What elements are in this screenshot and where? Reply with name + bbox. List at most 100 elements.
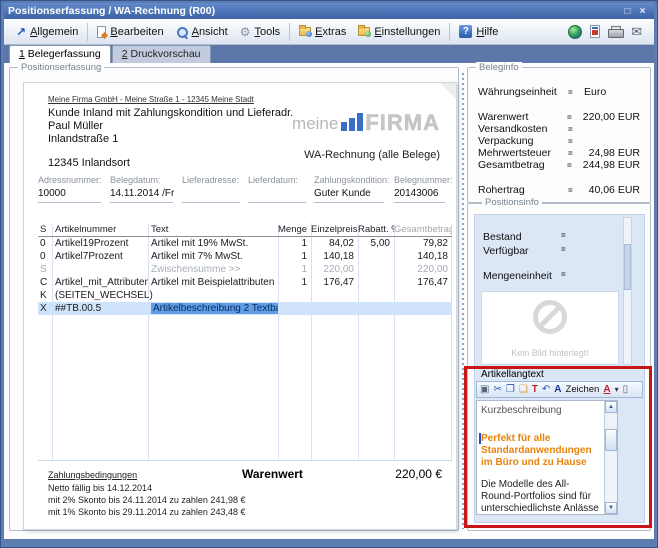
document-export-icon[interactable] <box>590 25 600 38</box>
field-label: Zahlungskondition: <box>314 175 394 185</box>
menu-item-bearbeiten[interactable]: Bearbeiten <box>91 23 169 41</box>
col-header-einzelpreis[interactable]: Einzelpreis <box>311 224 358 235</box>
tab-druckvorschau[interactable]: 2 Druckvorschau <box>112 45 211 63</box>
restore-icon[interactable]: □ <box>620 5 635 18</box>
col-header-s[interactable]: S <box>38 224 52 235</box>
col-header-rabatt[interactable]: Rabatt. % <box>358 224 394 235</box>
scroll-down-icon[interactable]: ▼ <box>605 502 617 514</box>
menu-item-einstellungen[interactable]: Einstellungen <box>352 23 446 41</box>
payment-line: mit 2% Skonto bis 24.11.2014 zu zahlen 2… <box>48 494 245 506</box>
beleginfo-row: Verpackung = <box>468 135 650 147</box>
email-icon[interactable]: ✉ <box>631 26 642 38</box>
sender-line: Meine Firma GmbH - Meine Straße 1 - 1234… <box>48 95 254 104</box>
field-value[interactable]: 14.11.2014 /Fr <box>110 188 182 201</box>
menu-label: Extras <box>315 26 346 38</box>
field-zahlungskondition[interactable]: Zahlungskondition: Guter Kunde <box>314 175 394 203</box>
langtext-intro: Kurzbeschreibung <box>481 405 601 417</box>
table-row[interactable]: 0 Artikel7Prozent Artikel mit 7% MwSt. 1… <box>38 250 452 263</box>
field-value[interactable]: 20143006 <box>394 188 452 201</box>
equals-icon: = <box>568 186 584 195</box>
font-color-icon[interactable]: A <box>603 384 610 395</box>
field-adressnummer[interactable]: Adressnummer: 10000 <box>38 175 110 203</box>
folder-extras-icon <box>299 27 311 36</box>
close-icon[interactable]: × <box>635 5 650 18</box>
invoice-document[interactable]: Meine Firma GmbH - Meine Straße 1 - 1234… <box>23 82 457 530</box>
tab-band: 1 Belegerfassung 2 Druckvorschau <box>4 45 654 63</box>
col-header-artikelnummer[interactable]: Artikelnummer <box>52 224 148 235</box>
article-image-placeholder: Kein Bild hinterlegt! <box>481 291 619 365</box>
logo-text-firma: FIRMA <box>365 113 440 132</box>
scroll-up-icon[interactable]: ▲ <box>605 401 617 413</box>
document-type-title: WA-Rechnung (alle Belege) <box>304 149 440 161</box>
paste-text-icon[interactable]: T <box>532 384 538 395</box>
edit-page-icon <box>97 26 106 38</box>
group-label-beleginfo: Beleginfo <box>476 62 522 73</box>
field-label: Belegdatum: <box>110 175 182 185</box>
payment-line: mit 1% Skonto bis 29.11.2014 zu zahlen 2… <box>48 506 245 518</box>
menu-item-allgemein[interactable]: ↗ Allgemein <box>10 23 84 41</box>
field-lieferdatum[interactable]: Lieferdatum: <box>248 175 314 203</box>
total-value: 220,00 € <box>395 467 442 481</box>
equals-icon: = <box>568 125 584 134</box>
field-belegnummer[interactable]: Belegnummer: 20143006 <box>394 175 452 203</box>
table-row[interactable]: C Artikel_mit_Attributen Artikel mit Bei… <box>38 276 452 289</box>
equals-icon: = <box>561 270 566 282</box>
no-image-text: Kein Bild hinterlegt! <box>482 348 618 358</box>
positionsinfo-row: Verfügbar = <box>483 245 636 257</box>
field-label: Lieferadresse: <box>182 175 248 185</box>
title-bar: Positionserfassung / WA-Rechnung (R00) □… <box>4 3 654 19</box>
clipped-toolbar-icon[interactable]: ▯ <box>623 384 629 395</box>
address-block: Kunde Inland mit Zahlungskondition und L… <box>48 107 293 170</box>
tab-belegerfassung[interactable]: 1 Belegerfassung <box>9 45 111 63</box>
tab-number: 1 <box>19 48 25 60</box>
selected-text[interactable]: Artikelbeschreibung 2 Textbaustein <box>151 303 278 314</box>
zeichen-button[interactable]: Zeichen <box>566 384 600 395</box>
scrollbar-thumb[interactable] <box>605 429 617 451</box>
positionsinfo-groupbox: Bestand = Verfügbar = Mengeneinheit = Ke… <box>467 203 651 531</box>
tab-number: 2 <box>122 48 128 60</box>
font-icon[interactable]: A <box>554 384 561 395</box>
editor-scrollbar[interactable]: ▲ ▼ <box>604 401 617 514</box>
tab-label: Druckvorschau <box>131 48 201 60</box>
field-belegdatum[interactable]: Belegdatum: 14.11.2014 /Fr <box>110 175 182 203</box>
cut-icon[interactable]: ✂ <box>493 384 501 395</box>
field-value[interactable] <box>248 188 314 201</box>
content-area: Positionserfassung Meine Firma GmbH - Me… <box>4 63 654 539</box>
col-header-gesamtbetrag[interactable]: Gesamtbetrag <box>394 224 452 235</box>
print-icon[interactable] <box>608 26 623 37</box>
col-header-menge[interactable]: Menge <box>278 224 311 235</box>
undo-icon[interactable]: ↶ <box>542 384 550 395</box>
scrollbar-thumb[interactable] <box>624 244 631 290</box>
field-value[interactable]: 10000 <box>38 188 110 201</box>
langtext-headline: Perfekt für alle Standardanwendungen im … <box>481 433 601 469</box>
maximize-editor-icon[interactable]: ▣ <box>480 384 489 395</box>
copy-icon[interactable]: ❐ <box>506 384 515 395</box>
menu-item-tools[interactable]: ⚙ Tools <box>234 23 286 41</box>
menu-separator <box>289 23 290 41</box>
field-value[interactable] <box>182 188 248 201</box>
beleginfo-groupbox: Währungseinheit = Euro Warenwert = 220,0… <box>467 67 651 203</box>
field-value[interactable]: Guter Kunde <box>314 188 394 201</box>
langtext-editor[interactable]: Kurzbeschreibung Perfekt für alle Standa… <box>476 400 618 515</box>
field-lieferadresse[interactable]: Lieferadresse: <box>182 175 248 203</box>
positionsinfo-row: Bestand = <box>483 231 636 243</box>
paste-icon[interactable]: ❏ <box>519 384 528 395</box>
table-row[interactable]: 0 Artikel19Prozent Artikel mit 19% MwSt.… <box>38 237 452 250</box>
equals-icon: = <box>567 161 583 170</box>
chevron-down-icon[interactable]: ▾ <box>615 384 619 395</box>
menu-item-extras[interactable]: Extras <box>293 23 352 41</box>
table-row-selected[interactable]: X ##TB.00.5 Artikelbeschreibung 2 Textba… <box>38 302 452 315</box>
col-header-text[interactable]: Text <box>148 224 278 235</box>
table-row-pagebreak[interactable]: K (SEITEN_WECHSEL) <box>38 289 452 302</box>
globe-icon[interactable] <box>568 25 582 39</box>
document-total: Warenwert 220,00 € <box>242 467 442 481</box>
table-row-subtotal[interactable]: S Zwischensumme >> 1 220,00 220,00 <box>38 263 452 276</box>
bar-chart-logo-icon <box>341 113 363 131</box>
panel-splitter[interactable] <box>461 73 464 529</box>
menu-item-ansicht[interactable]: Ansicht <box>170 23 234 41</box>
panel-scrollbar[interactable] <box>623 217 632 365</box>
equals-icon: = <box>567 113 583 122</box>
menu-item-hilfe[interactable]: ? Hilfe <box>453 22 504 41</box>
no-image-icon <box>533 300 567 334</box>
table-header-row: S Artikelnummer Text Menge Einzelpreis R… <box>38 223 452 237</box>
